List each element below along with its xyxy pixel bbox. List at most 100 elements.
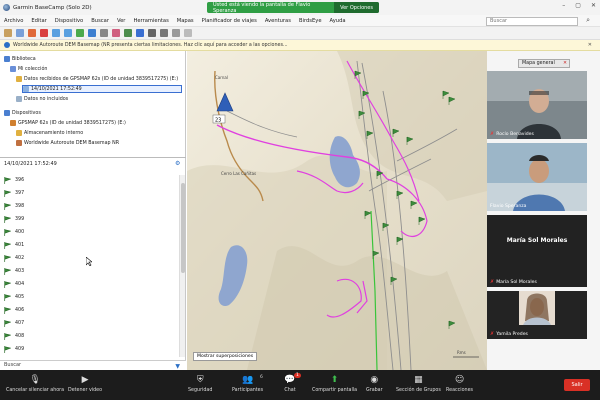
close-overview-icon[interactable]: ✕ [563, 60, 567, 67]
send-to-device-icon[interactable] [64, 29, 72, 37]
info-bar[interactable]: Worldwide Autoroute DEM Basemap (NR pres… [0, 40, 600, 51]
participant-name-tag: ✗ Rocío Benavides [490, 131, 534, 137]
list-item[interactable]: 403 [4, 266, 24, 276]
participant-tile[interactable]: ✗ Rocío Benavides [487, 71, 587, 139]
map-view-icon[interactable] [148, 29, 156, 37]
back-icon[interactable] [4, 29, 12, 37]
waypoint-flag-icon [4, 306, 11, 314]
waypoint-flag-icon [4, 267, 11, 275]
basecamp-logo-icon [3, 4, 10, 11]
waypoint-tool-icon[interactable] [124, 29, 132, 37]
menu-item-archivo[interactable]: Archivo [4, 18, 23, 24]
search-icon[interactable]: ⌕ [586, 16, 590, 25]
tree-item-device[interactable]: GPSMAP 62s (ID de unidad 3839517275) (E:… [10, 119, 126, 127]
show-overlays-button[interactable]: Mostrar superposiciones [193, 352, 258, 361]
tree-item-datos-recibidos[interactable]: Datos recibidos de GPSMAP 62s (ID de uni… [16, 75, 178, 83]
list-scrollbar[interactable] [179, 175, 185, 357]
menu-item-buscar[interactable]: Buscar [91, 18, 109, 24]
basemap-icon [16, 140, 22, 146]
info-close-icon[interactable]: ✕ [588, 42, 592, 48]
list-item[interactable]: 396 [4, 175, 24, 185]
receive-from-device-icon[interactable] [52, 29, 60, 37]
zoom-icon[interactable] [136, 29, 144, 37]
list-item[interactable]: 398 [4, 201, 24, 211]
filter-icon[interactable] [172, 29, 180, 37]
waypoint-flag-icon [4, 202, 11, 210]
control-label: Compartir pantalla [312, 388, 358, 393]
tree-item-biblioteca[interactable]: Biblioteca [4, 55, 36, 63]
undo-icon[interactable] [28, 29, 36, 37]
app-window: Garmin BaseCamp (Solo 2D) Usted está vie… [0, 0, 600, 400]
control-label: Sección de Grupos [396, 388, 441, 393]
view-options-button[interactable]: Ver Opciones [334, 2, 379, 13]
tree-label: Almacenamiento interno [24, 130, 84, 136]
leave-meeting-button[interactable]: Salir [564, 379, 590, 391]
panel-divider[interactable] [0, 157, 186, 158]
list-item[interactable]: 397 [4, 188, 24, 198]
menu-item-aventuras[interactable]: Aventuras [265, 18, 291, 24]
menu-item-herramientas[interactable]: Herramientas [133, 18, 168, 24]
tree-item-mi-coleccion[interactable]: Mi colección [10, 65, 47, 73]
menu-item-ver[interactable]: Ver [117, 18, 125, 24]
tree-item-basemap[interactable]: Worldwide Autoroute DEM Basemap NR [16, 139, 119, 147]
list-item[interactable]: 399 [4, 214, 24, 224]
route-icon[interactable] [88, 29, 96, 37]
minimize-icon[interactable]: – [562, 2, 565, 9]
list-item[interactable]: 407 [4, 318, 24, 328]
list-item[interactable]: 406 [4, 305, 24, 315]
settings-icon[interactable] [184, 29, 192, 37]
list-search-input[interactable]: Buscar ▼ [0, 360, 186, 370]
tree-item-selected-date[interactable]: 14/10/2021 17:52:49 [22, 85, 182, 93]
map-canvas[interactable]: 23 Cerro Las Cañitas Carnal Rms [187, 51, 487, 370]
stop-video-button[interactable]: ▶ Detener video [68, 374, 102, 394]
list-item[interactable]: 402 [4, 253, 24, 263]
share-screen-button[interactable]: ⬆ Compartir pantalla [312, 374, 358, 394]
delete-icon[interactable] [40, 29, 48, 37]
menu-item-editar[interactable]: Editar [31, 18, 46, 24]
participant-video [487, 71, 587, 139]
menu-item-birdseye[interactable]: BirdsEye [299, 18, 322, 24]
tree-item-dispositivos[interactable]: Dispositivos [4, 109, 41, 117]
participant-tile[interactable]: Flavio Speranza [487, 143, 587, 211]
list-options-icon[interactable]: ⚙ [175, 160, 180, 167]
waypoint-name: 400 [15, 229, 25, 235]
search-input[interactable]: Buscar [486, 17, 578, 26]
library-tree: Biblioteca Mi colección Datos recibidos … [0, 51, 186, 155]
menu-item-mapas[interactable]: Mapas [177, 18, 194, 24]
map-view[interactable]: 23 Cerro Las Cañitas Carnal Rms Mostrar … [187, 51, 487, 370]
security-button[interactable]: ⛨ Seguridad [188, 374, 212, 394]
participant-tile[interactable]: ✗ Yamila Predes [487, 291, 587, 339]
forward-icon[interactable] [16, 29, 24, 37]
hand-tool-icon[interactable] [100, 29, 108, 37]
menu-item-ayuda[interactable]: Ayuda [330, 18, 346, 24]
library-panel: Biblioteca Mi colección Datos recibidos … [0, 51, 186, 370]
close-icon[interactable]: ✕ [591, 2, 596, 9]
tracks-icon[interactable] [76, 29, 84, 37]
grid-icon[interactable] [160, 29, 168, 37]
tree-item-almacenamiento[interactable]: Almacenamiento interno [16, 129, 83, 137]
waypoint-flag-icon [4, 241, 11, 249]
video-gallery: Mapa general ✕ ✗ Rocío Benavides Flavio S… [487, 51, 600, 370]
list-item[interactable]: 404 [4, 279, 24, 289]
menu-item-planificador[interactable]: Planificador de viajes [202, 18, 257, 24]
waypoint-name: 401 [15, 242, 25, 248]
record-button[interactable]: ◉ Grabar [366, 374, 383, 394]
participants-button[interactable]: 👥 Participantes [232, 374, 263, 394]
participant-tile[interactable]: María Sol Morales ✗ María Sol Morales [487, 215, 587, 287]
list-item[interactable]: 409 [4, 344, 24, 354]
measure-icon[interactable] [112, 29, 120, 37]
reactions-button[interactable]: ☺ Reacciones [446, 374, 473, 394]
tree-item-datos-no-incluidos[interactable]: Datos no incluidos [16, 95, 68, 103]
list-item[interactable]: 405 [4, 292, 24, 302]
list-item[interactable]: 408 [4, 331, 24, 341]
waypoint-name: 398 [15, 203, 25, 209]
breakout-rooms-button[interactable]: ▦ Sección de Grupos [396, 374, 441, 394]
waypoint-name: 407 [15, 320, 25, 326]
list-item[interactable]: 401 [4, 240, 24, 250]
list-item[interactable]: 400 [4, 227, 24, 237]
mute-button[interactable]: 🎙 Cancelar silenciar ahora [6, 374, 64, 394]
menu-item-dispositivo[interactable]: Dispositivo [55, 18, 83, 24]
maximize-icon[interactable]: ▢ [575, 2, 581, 9]
overview-map-header[interactable]: Mapa general ✕ [518, 59, 570, 68]
scrollbar-thumb[interactable] [181, 183, 185, 273]
